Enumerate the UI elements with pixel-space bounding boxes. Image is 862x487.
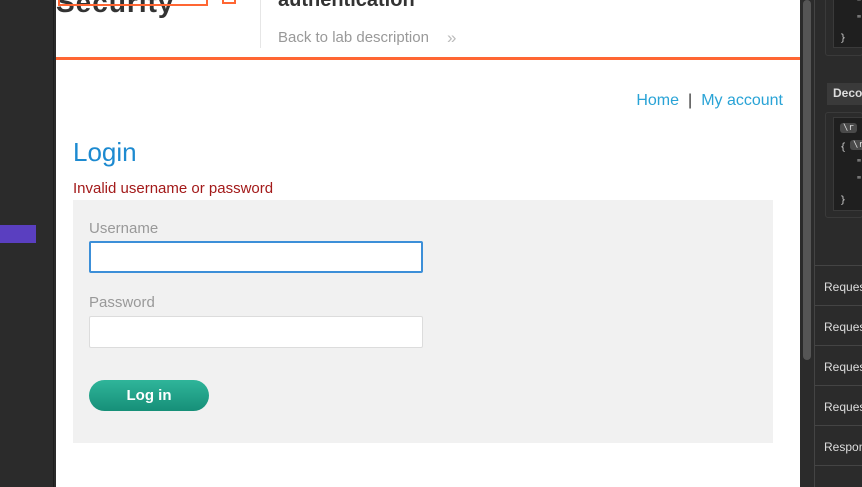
code-line: } [840, 195, 847, 206]
login-form: Username Password Log in [73, 200, 773, 443]
decoded-code-block: \r { \r " " } [833, 117, 862, 211]
request-item[interactable]: Request [815, 305, 862, 345]
inspector-panel: " " } Decoded \r { \r " " } Request Requ… [814, 0, 862, 487]
response-item[interactable]: Response [815, 425, 862, 465]
back-to-lab-link[interactable]: Back to lab description [278, 29, 429, 46]
active-sidebar-item[interactable] [0, 225, 36, 243]
error-message: Invalid username or password [73, 180, 274, 197]
nav-separator: | [688, 92, 693, 109]
double-chevron-right-icon[interactable]: » [447, 28, 456, 48]
logo-underline-box [58, 0, 208, 6]
code-line: { [840, 142, 847, 153]
top-code-block: " " } [833, 0, 862, 48]
request-item[interactable]: Request [815, 345, 862, 385]
escape-chip: \r [850, 140, 862, 150]
code-line: " [856, 0, 862, 8]
scrollbar-thumb[interactable] [803, 0, 811, 360]
escape-chip: \r [840, 123, 857, 133]
header-divider [56, 57, 800, 60]
code-line: " [856, 14, 862, 25]
code-line: " [856, 158, 862, 169]
username-label: Username [89, 220, 159, 237]
username-input[interactable] [89, 241, 423, 273]
left-sidebar [0, 0, 54, 487]
home-link[interactable]: Home [636, 92, 679, 109]
password-input[interactable] [89, 316, 423, 348]
logo: Security [56, 0, 261, 48]
password-label: Password [89, 294, 155, 311]
lab-page: Security authentication Back to lab desc… [56, 0, 800, 487]
login-button[interactable]: Log in [89, 380, 209, 411]
top-nav: Home | My account [636, 92, 783, 110]
request-item[interactable]: Request [815, 385, 862, 425]
code-line: } [840, 33, 847, 44]
decoded-section-header[interactable]: Decoded [827, 83, 862, 105]
page-title: Login [73, 137, 137, 167]
code-line: " [856, 175, 862, 186]
request-item[interactable]: Request [815, 265, 862, 305]
lab-title: authentication [278, 0, 415, 11]
logo-mark-icon [222, 0, 236, 4]
inspector-footer [815, 465, 862, 487]
my-account-link[interactable]: My account [701, 92, 783, 109]
